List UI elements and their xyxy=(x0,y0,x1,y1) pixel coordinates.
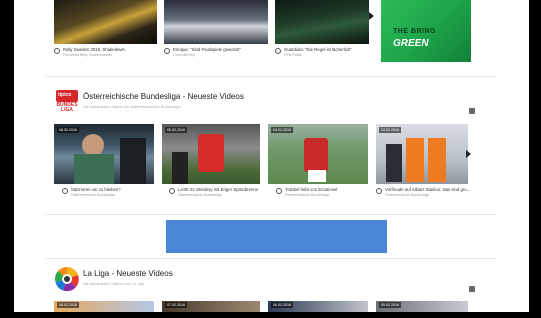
date-badge: 03.02.2016 xyxy=(379,127,401,133)
section-divider xyxy=(46,76,496,77)
video-channel: Österreichische Bundesliga xyxy=(285,193,329,197)
video-title[interactable]: Salzmmer um zu bleiben? xyxy=(71,187,121,192)
carousel-next-icon[interactable] xyxy=(466,150,471,158)
previous-section-videos: THE BRING GREEN Rally Sweden 2016: Shake… xyxy=(54,0,484,62)
section-title[interactable]: La Liga - Neueste Videos xyxy=(83,269,173,278)
video-channel: Österreichische Bundesliga xyxy=(178,193,222,197)
channel-icon xyxy=(164,48,170,54)
channel-icon xyxy=(62,188,68,194)
date-badge: 08.02.2016 xyxy=(57,302,79,308)
video-title[interactable]: Rally Sweden 2016: Shakedown xyxy=(63,47,125,52)
video-thumbnail[interactable]: 05.02.2016 xyxy=(162,124,260,184)
date-badge: 05.02.2016 xyxy=(379,302,401,308)
video-channel: FIA World Rally Championship xyxy=(63,53,112,57)
video-title[interactable]: Vorfreude auf Allianz Stadion: Das sind … xyxy=(385,187,470,192)
date-badge: 06.02.2016 xyxy=(271,302,293,308)
video-channel: DFB-Pokal xyxy=(284,53,302,57)
channel-icon xyxy=(169,188,175,194)
video-channel: Österreichische Bundesliga xyxy=(71,193,115,197)
video-thumbnail[interactable] xyxy=(164,0,268,44)
video-title[interactable]: Enrique: "Sind Finalspiele gewohnt" xyxy=(173,47,241,52)
video-thumbnail[interactable] xyxy=(275,0,369,44)
ad-text-bottom: GREEN xyxy=(393,38,429,49)
carousel-next-icon[interactable] xyxy=(369,12,374,20)
more-options-icon[interactable] xyxy=(469,108,475,114)
more-options-icon[interactable] xyxy=(469,286,475,292)
video-thumbnail[interactable]: 06.02.2016 xyxy=(268,301,368,312)
date-badge: 05.02.2016 xyxy=(165,127,187,133)
laliga-logo xyxy=(54,266,80,292)
logo-text: tipico xyxy=(58,92,72,98)
video-title[interactable]: LASK 61 Weidnsy mit Eriger Sprünbrenno xyxy=(178,187,258,192)
logo-text: BUNDES LIGA xyxy=(56,102,78,113)
video-thumbnail[interactable]: 05.02.2016 xyxy=(376,301,468,312)
channel-icon xyxy=(376,188,382,194)
video-thumbnail[interactable]: 08.02.2016 xyxy=(54,124,154,184)
video-thumbnail[interactable]: 08.02.2016 xyxy=(54,301,154,312)
date-badge: 08.02.2016 xyxy=(57,127,79,133)
video-thumbnail[interactable] xyxy=(54,0,157,44)
channel-icon xyxy=(54,48,60,54)
section-subtitle: Die aktuellsten Videos der österreichisc… xyxy=(83,104,181,109)
ad-text-top: THE BRING xyxy=(393,28,436,35)
section-title[interactable]: Österreichische Bundesliga - Neueste Vid… xyxy=(83,92,244,101)
section-divider xyxy=(46,258,496,259)
ad-banner[interactable]: THE BRING GREEN xyxy=(381,0,471,62)
date-badge: 04.02.2016 xyxy=(271,127,293,133)
channel-icon xyxy=(275,48,281,54)
advertisement-banner[interactable] xyxy=(166,220,387,253)
video-title[interactable]: Trubbel hebt von Emotionel xyxy=(285,187,337,192)
section-subtitle: Die aktuellsten Videos von La Liga xyxy=(83,281,145,286)
date-badge: 07.02.2016 xyxy=(165,302,187,308)
video-thumbnail[interactable]: 07.02.2016 xyxy=(162,301,260,312)
video-channel: Österreichische Bundesliga xyxy=(385,193,429,197)
section-divider xyxy=(46,214,496,215)
bundesliga-logo: tipico BUNDES LIGA xyxy=(56,90,78,118)
video-title[interactable]: Guardiola: "Die Regel ist lächerlich" xyxy=(284,47,352,52)
video-thumbnail[interactable]: 03.02.2016 xyxy=(376,124,468,184)
laliga-logo-icon xyxy=(55,266,79,292)
video-channel: Copa del Rey xyxy=(173,53,195,57)
video-thumbnail[interactable]: 04.02.2016 xyxy=(268,124,368,184)
page: THE BRING GREEN Rally Sweden 2016: Shake… xyxy=(14,0,529,312)
channel-icon xyxy=(276,188,282,194)
